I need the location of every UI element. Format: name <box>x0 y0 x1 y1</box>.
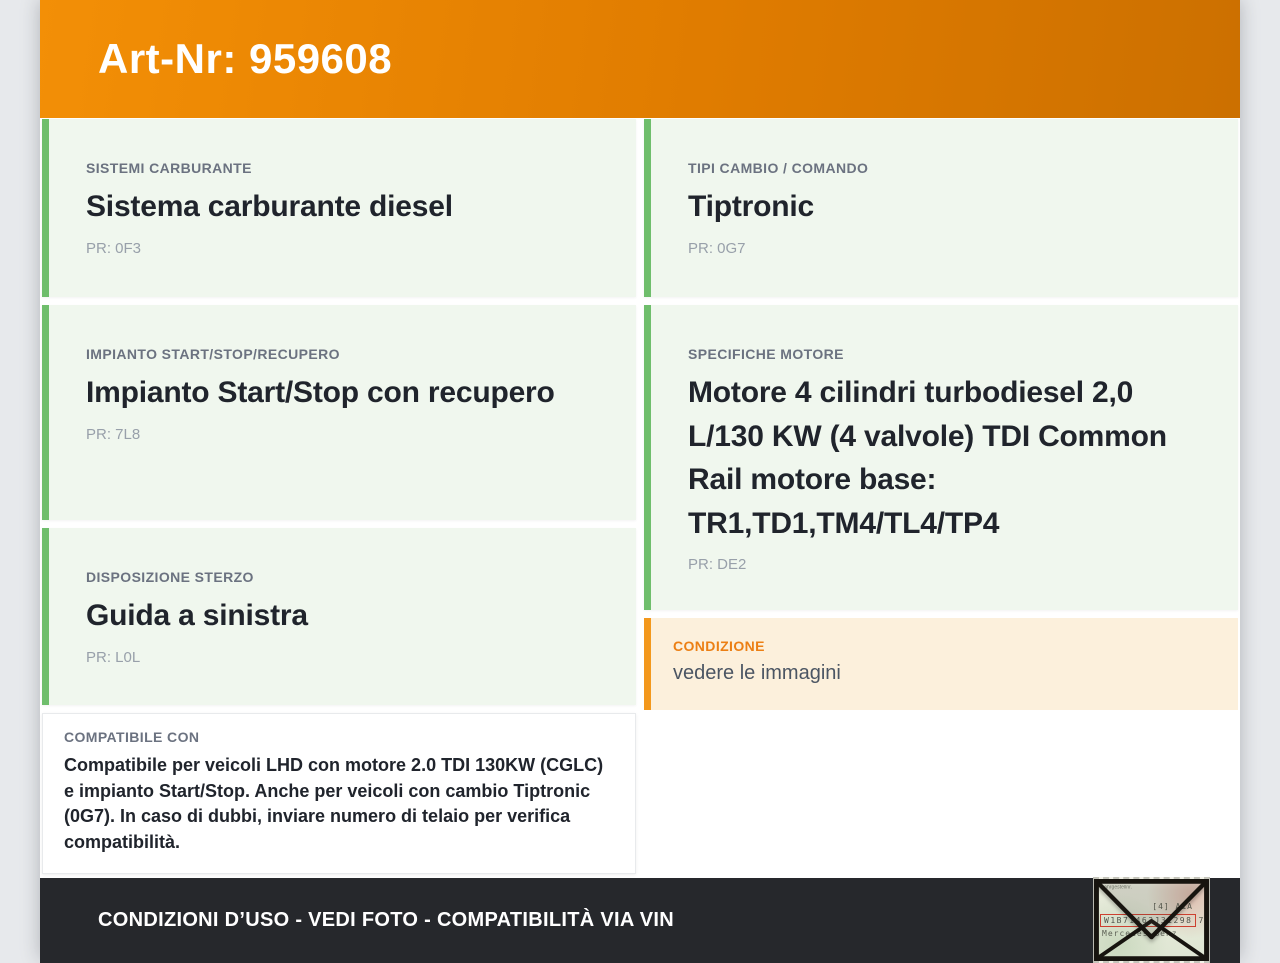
envelope-icon <box>1094 879 1209 962</box>
card-label: DISPOSIZIONE STERZO <box>86 569 254 585</box>
card-engine-specs: SPECIFICHE MOTORE Motore 4 cilindri turb… <box>644 305 1238 610</box>
left-column: SISTEMI CARBURANTE Sistema carburante di… <box>42 119 636 875</box>
condition-label: CONDIZIONE <box>673 638 765 654</box>
pr-code: PR: 0F3 <box>86 239 142 257</box>
card-heading: Guida a sinistra <box>86 599 308 632</box>
footer-bar: CONDIZIONI D’USO - VEDI FOTO - COMPATIBI… <box>40 877 1240 963</box>
spec-cards-area: SISTEMI CARBURANTE Sistema carburante di… <box>40 118 1240 879</box>
compatibility-label: COMPATIBILE CON <box>64 729 200 745</box>
card-gearbox: TIPI CAMBIO / COMANDO Tiptronic PR: 0G7 <box>644 119 1238 297</box>
listing-page: Art-Nr: 959608 SISTEMI CARBURANTE Sistem… <box>40 0 1240 963</box>
article-number-title: Art-Nr: 959608 <box>98 35 393 82</box>
card-label: IMPIANTO START/STOP/RECUPERO <box>86 346 340 362</box>
page-header: Art-Nr: 959608 <box>40 0 1240 118</box>
footer-conditions-text: CONDIZIONI D’USO - VEDI FOTO - COMPATIBI… <box>98 909 674 932</box>
card-steering: DISPOSIZIONE STERZO Guida a sinistra PR:… <box>42 528 636 705</box>
card-fuel-system: SISTEMI CARBURANTE Sistema carburante di… <box>42 119 636 297</box>
card-heading: Tiptronic <box>688 190 814 223</box>
card-compatibility: COMPATIBILE CON Compatibile per veicoli … <box>42 713 636 875</box>
pr-code: PR: DE2 <box>688 556 747 573</box>
card-heading: Sistema carburante diesel <box>86 190 453 223</box>
pr-code: PR: 7L8 <box>86 425 141 443</box>
vin-document-stamp: Fahrgestellnr. [4] A1A W1B71463J31298 7 … <box>1093 877 1210 963</box>
card-start-stop: IMPIANTO START/STOP/RECUPERO Impianto St… <box>42 305 636 520</box>
card-heading: Impianto Start/Stop con recupero <box>86 376 555 409</box>
card-condition: CONDIZIONE vedere le immagini <box>644 618 1238 710</box>
card-label: SISTEMI CARBURANTE <box>86 160 252 176</box>
compatibility-text: Compatibile per veicoli LHD con motore 2… <box>64 755 604 852</box>
card-label: TIPI CAMBIO / COMANDO <box>688 160 869 176</box>
pr-code: PR: 0G7 <box>688 239 746 257</box>
pr-code: PR: L0L <box>86 648 141 666</box>
card-label: SPECIFICHE MOTORE <box>688 346 844 362</box>
condition-text: vedere le immagini <box>673 662 841 684</box>
card-heading: Motore 4 cilindri turbodiesel 2,0 L/130 … <box>688 376 1167 540</box>
right-column: TIPI CAMBIO / COMANDO Tiptronic PR: 0G7 … <box>644 119 1238 874</box>
